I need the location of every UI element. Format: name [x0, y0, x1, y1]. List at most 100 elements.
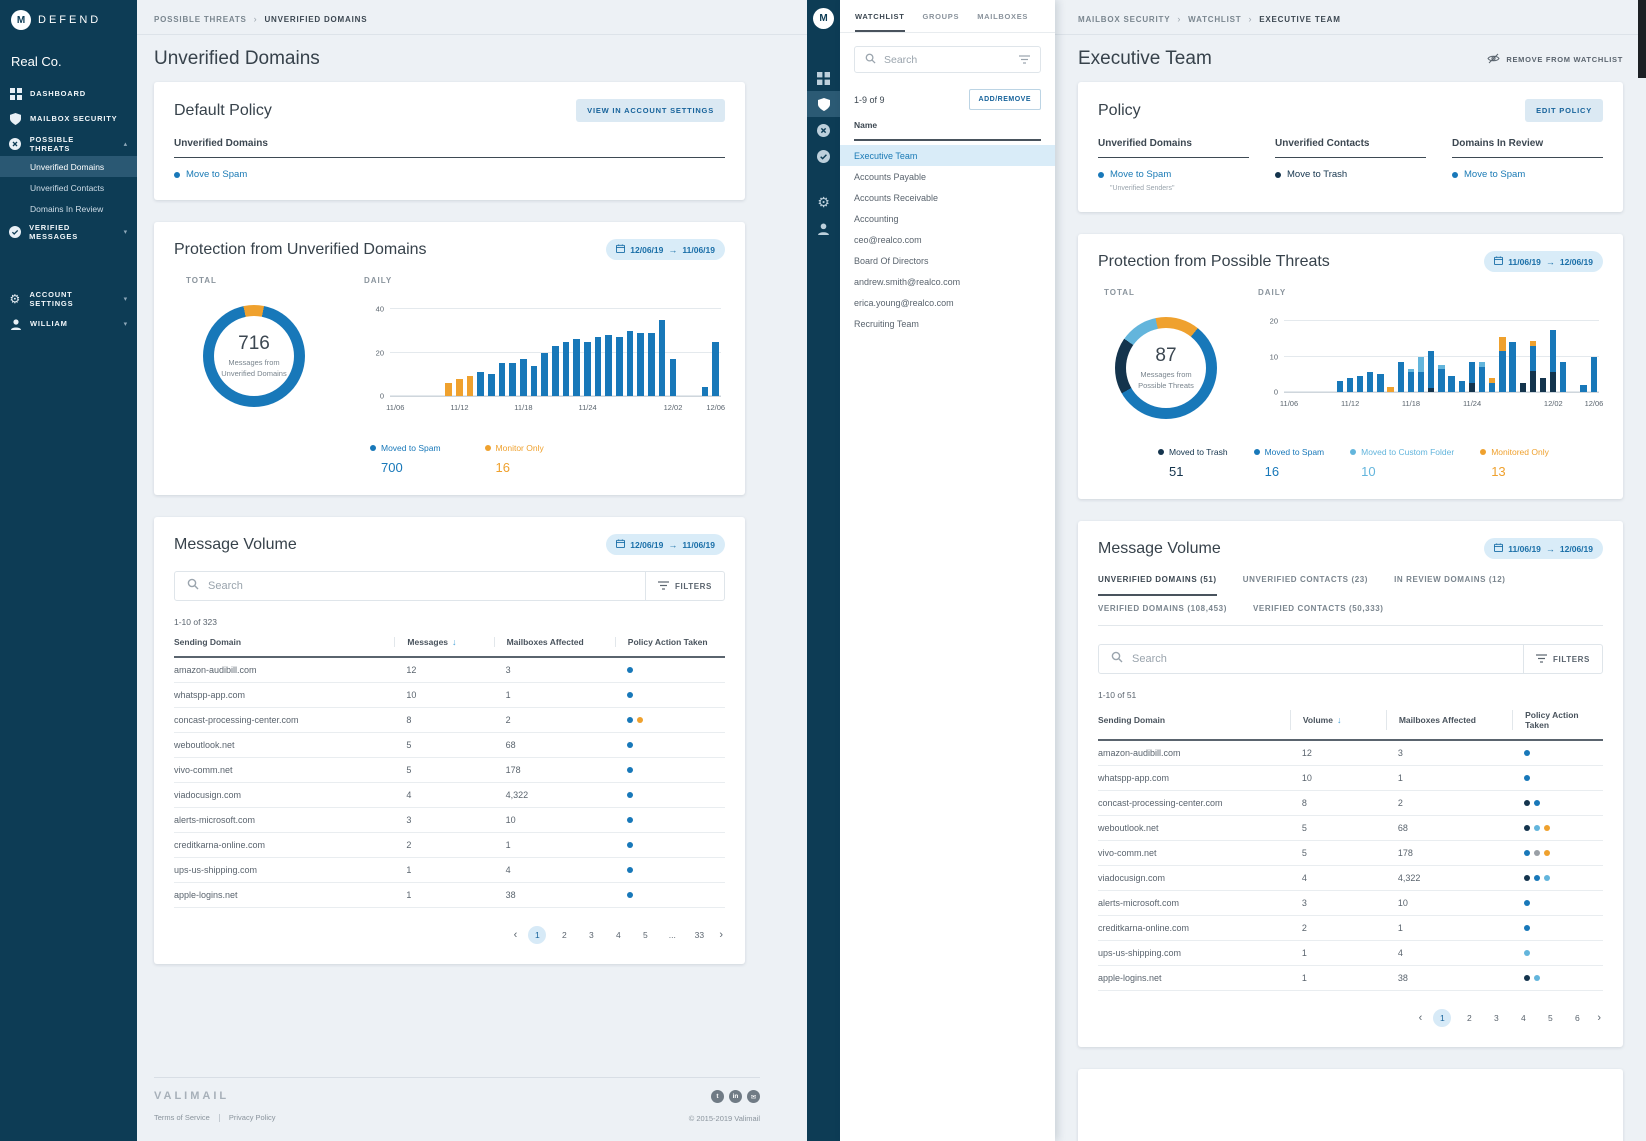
watchlist-item[interactable]: Recruiting Team	[840, 313, 1055, 334]
column-volume[interactable]: Volume↓	[1290, 710, 1386, 730]
table-row[interactable]: creditkarna-online.com 2 1	[1098, 916, 1603, 941]
panel-tab[interactable]: WATCHLIST	[855, 12, 905, 32]
sidebar-item-domains-in-review[interactable]: Domains In Review	[0, 198, 137, 219]
watchlist-item[interactable]: Accounts Receivable	[840, 187, 1055, 208]
table-row[interactable]: concast-processing-center.com 8 2	[1098, 791, 1603, 816]
category-tab[interactable]: UNVERIFIED DOMAINS (51)	[1098, 575, 1217, 596]
page-button[interactable]: ...	[663, 926, 681, 944]
filters-button[interactable]: FILTERS	[1523, 645, 1590, 673]
page-button[interactable]: 6	[1568, 1009, 1586, 1027]
date-range-chip[interactable]: 12/06/19 → 11/06/19	[606, 239, 725, 260]
check-circle-icon[interactable]	[807, 143, 840, 169]
table-row[interactable]: apple-logins.net 1 38	[1098, 966, 1603, 991]
watchlist-item[interactable]: Accounts Payable	[840, 166, 1055, 187]
watchlist-item[interactable]: Accounting	[840, 208, 1055, 229]
privacy-link[interactable]: Privacy Policy	[229, 1113, 276, 1122]
page-button[interactable]: 1	[528, 926, 546, 944]
watchlist-item[interactable]: Executive Team	[840, 145, 1055, 166]
prev-page-button[interactable]: ‹	[1417, 1012, 1425, 1024]
table-row[interactable]: alerts-microsoft.com 3 10	[174, 808, 725, 833]
table-row[interactable]: ups-us-shipping.com 1 4	[174, 858, 725, 883]
add-remove-button[interactable]: ADD/REMOVE	[969, 89, 1041, 110]
date-range-chip[interactable]: 12/06/19 → 11/06/19	[606, 534, 725, 555]
watchlist-item[interactable]: Board Of Directors	[840, 250, 1055, 271]
next-page-button[interactable]: ›	[1595, 1012, 1603, 1024]
breadcrumb-link[interactable]: WATCHLIST	[1188, 15, 1241, 24]
sidebar-item-account-settings[interactable]: ⚙ ACCOUNT SETTINGS ▾	[0, 286, 137, 311]
category-tab[interactable]: VERIFIED CONTACTS (50,333)	[1253, 604, 1384, 625]
table-row[interactable]: viadocusign.com 4 4,322	[174, 783, 725, 808]
page-button[interactable]: 5	[636, 926, 654, 944]
column-messages[interactable]: Messages↓	[394, 637, 493, 647]
social-icon[interactable]: in	[729, 1090, 742, 1103]
column-sending-domain[interactable]: Sending Domain	[1098, 710, 1290, 730]
page-button[interactable]: 1	[1433, 1009, 1451, 1027]
category-tab[interactable]: IN REVIEW DOMAINS (12)	[1394, 575, 1505, 596]
breadcrumb-link[interactable]: MAILBOX SECURITY	[1078, 15, 1170, 24]
page-button[interactable]: 3	[582, 926, 600, 944]
page-button[interactable]: 2	[1460, 1009, 1478, 1027]
sidebar-item-verified-messages[interactable]: VERIFIED MESSAGES ▾	[0, 219, 137, 244]
prev-page-button[interactable]: ‹	[512, 929, 520, 941]
category-tab[interactable]: VERIFIED DOMAINS (108,453)	[1098, 604, 1227, 625]
table-row[interactable]: weboutlook.net 5 68	[1098, 816, 1603, 841]
table-row[interactable]: weboutlook.net 5 68	[174, 733, 725, 758]
edit-policy-button[interactable]: EDIT POLICY	[1525, 99, 1603, 122]
watchlist-item[interactable]: andrew.smith@realco.com	[840, 271, 1055, 292]
table-row[interactable]: whatspp-app.com 10 1	[1098, 766, 1603, 791]
panel-search-input[interactable]	[884, 54, 1011, 66]
search-input[interactable]	[1132, 653, 1514, 665]
x-circle-icon[interactable]	[807, 117, 840, 143]
panel-tab[interactable]: GROUPS	[923, 12, 960, 32]
table-row[interactable]: creditkarna-online.com 2 1	[174, 833, 725, 858]
sidebar-item-possible-threats[interactable]: POSSIBLE THREATS ▴	[0, 131, 137, 156]
table-row[interactable]: vivo-comm.net 5 178	[174, 758, 725, 783]
column-policy-action[interactable]: Policy Action Taken	[1512, 710, 1603, 730]
table-row[interactable]: whatspp-app.com 10 1	[174, 683, 725, 708]
panel-tab[interactable]: MAILBOXES	[977, 12, 1028, 32]
sidebar-item-unverified-contacts[interactable]: Unverified Contacts	[0, 177, 137, 198]
social-icon[interactable]: ✉	[747, 1090, 760, 1103]
filters-button[interactable]: FILTERS	[645, 572, 712, 600]
social-icon[interactable]: t	[711, 1090, 724, 1103]
table-row[interactable]: viadocusign.com 4 4,322	[1098, 866, 1603, 891]
column-policy-action[interactable]: Policy Action Taken	[615, 637, 725, 647]
table-row[interactable]: amazon-audibill.com 12 3	[174, 658, 725, 683]
page-button[interactable]: 33	[690, 926, 708, 944]
page-button[interactable]: 5	[1541, 1009, 1559, 1027]
dashboard-grid-icon[interactable]	[807, 65, 840, 91]
page-button[interactable]: 4	[609, 926, 627, 944]
table-row[interactable]: apple-logins.net 1 38	[174, 883, 725, 908]
shield-icon[interactable]	[807, 91, 840, 117]
page-button[interactable]: 2	[555, 926, 573, 944]
next-page-button[interactable]: ›	[717, 929, 725, 941]
sidebar-item-mailbox-security[interactable]: MAILBOX SECURITY	[0, 106, 137, 131]
search-input[interactable]	[208, 580, 636, 592]
remove-from-watchlist-button[interactable]: REMOVE FROM WATCHLIST	[1487, 53, 1623, 66]
breadcrumb-link[interactable]: POSSIBLE THREATS	[154, 15, 247, 24]
page-button[interactable]: 3	[1487, 1009, 1505, 1027]
gear-icon[interactable]: ⚙	[807, 189, 840, 215]
valimail-logo-icon[interactable]: M	[813, 8, 834, 29]
watchlist-item[interactable]: erica.young@realco.com	[840, 292, 1055, 313]
page-button[interactable]: 4	[1514, 1009, 1532, 1027]
column-mailboxes-affected[interactable]: Mailboxes Affected	[494, 637, 615, 647]
table-row[interactable]: vivo-comm.net 5 178	[1098, 841, 1603, 866]
table-row[interactable]: alerts-microsoft.com 3 10	[1098, 891, 1603, 916]
filter-icon[interactable]	[1019, 51, 1030, 69]
person-icon[interactable]	[807, 215, 840, 241]
column-sending-domain[interactable]: Sending Domain	[174, 637, 394, 647]
panel-column-name[interactable]: Name	[854, 120, 1041, 141]
category-tab[interactable]: UNVERIFIED CONTACTS (23)	[1243, 575, 1368, 596]
sidebar-item-user[interactable]: WILLIAM ▾	[0, 311, 137, 336]
table-row[interactable]: ups-us-shipping.com 1 4	[1098, 941, 1603, 966]
table-row[interactable]: amazon-audibill.com 12 3	[1098, 741, 1603, 766]
view-in-account-settings-button[interactable]: VIEW IN ACCOUNT SETTINGS	[576, 99, 725, 122]
terms-link[interactable]: Terms of Service	[154, 1113, 210, 1122]
table-row[interactable]: concast-processing-center.com 8 2	[174, 708, 725, 733]
date-range-chip[interactable]: 11/06/19 → 12/06/19	[1484, 251, 1603, 272]
sidebar-item-unverified-domains[interactable]: Unverified Domains	[0, 156, 137, 177]
watchlist-item[interactable]: ceo@realco.com	[840, 229, 1055, 250]
sidebar-item-dashboard[interactable]: DASHBOARD	[0, 81, 137, 106]
column-mailboxes-affected[interactable]: Mailboxes Affected	[1386, 710, 1512, 730]
